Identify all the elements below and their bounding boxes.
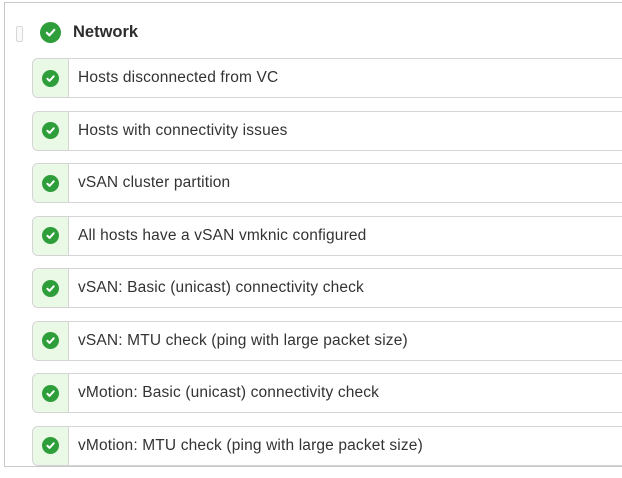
check-circle-icon [42, 332, 59, 349]
check-circle-icon [42, 227, 59, 244]
check-row-vmotion-unicast[interactable]: vMotion: Basic (unicast) connectivity ch… [32, 373, 622, 413]
check-circle-icon [42, 279, 59, 297]
check-row-vsan-unicast[interactable]: vSAN: Basic (unicast) connectivity check [32, 268, 622, 308]
check-circle-icon [42, 437, 59, 454]
row-status-cell [33, 164, 69, 202]
check-label: Hosts with connectivity issues [78, 121, 288, 139]
check-row-hosts-disconnected[interactable]: Hosts disconnected from VC [32, 58, 622, 98]
resize-handle[interactable] [16, 26, 23, 42]
check-label: All hosts have a vSAN vmknic configured [78, 226, 367, 244]
check-circle-icon [42, 122, 59, 139]
check-label: vSAN: MTU check (ping with large packet … [78, 331, 408, 349]
check-label: vSAN cluster partition [78, 174, 231, 191]
row-status-cell [33, 59, 69, 97]
row-status-cell [33, 374, 69, 412]
check-circle-icon [42, 174, 59, 192]
check-label: vMotion: Basic (unicast) connectivity ch… [78, 384, 380, 401]
check-circle-icon [42, 69, 59, 87]
row-status-cell [33, 111, 69, 150]
row-status-cell [33, 426, 69, 465]
check-circle-icon [42, 384, 59, 402]
check-label: vMotion: MTU check (ping with large pack… [78, 436, 423, 454]
check-circle-icon [40, 21, 61, 43]
group-title: Network [73, 22, 139, 41]
check-row-vmknic-configured[interactable]: All hosts have a vSAN vmknic configured [32, 215, 622, 256]
check-row-vsan-mtu[interactable]: vSAN: MTU check (ping with large packet … [32, 320, 622, 361]
check-row-cluster-partition[interactable]: vSAN cluster partition [32, 163, 622, 203]
row-status-cell [33, 269, 69, 307]
row-status-cell [33, 216, 69, 255]
health-check-list: Hosts disconnected from VC Hosts with co… [32, 58, 622, 478]
row-status-cell [33, 321, 69, 360]
check-label: Hosts disconnected from VC [78, 69, 279, 86]
network-group-header[interactable]: Network [40, 18, 138, 46]
check-row-connectivity-issues[interactable]: Hosts with connectivity issues [32, 110, 622, 151]
check-label: vSAN: Basic (unicast) connectivity check [78, 279, 364, 296]
check-row-vmotion-mtu[interactable]: vMotion: MTU check (ping with large pack… [32, 425, 622, 466]
